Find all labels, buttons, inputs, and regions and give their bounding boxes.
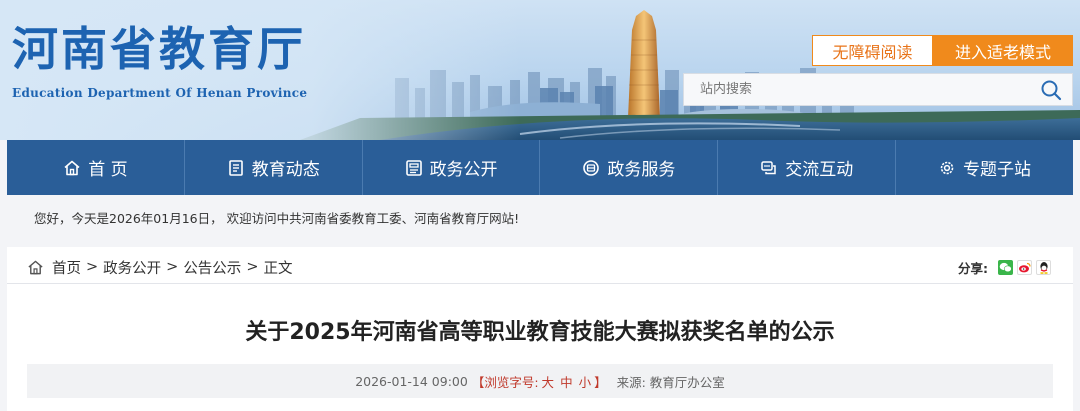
font-size-small-button[interactable]: 小 <box>579 372 592 391</box>
breadcrumb-separator: > <box>246 259 259 275</box>
article-panel: 首页 > 政务公开 > 公告公示 > 正文 分享: 关于2025年河南省高等职业… <box>7 247 1073 411</box>
article-source: 来源: 教育厅办公室 <box>616 374 725 390</box>
wechat-icon[interactable] <box>998 260 1013 275</box>
home-icon <box>64 160 80 175</box>
chat-icon <box>761 160 776 174</box>
nav-item-label: 首 页 <box>88 160 128 180</box>
nav-item-label: 政务公开 <box>429 160 498 180</box>
share-bar: 分享: <box>958 258 1051 277</box>
font-size-large-button[interactable]: 大 <box>542 372 555 391</box>
search-icon[interactable] <box>1040 79 1062 101</box>
nav-item-label: 交流互动 <box>785 160 854 180</box>
breadcrumb-divider <box>7 283 1073 284</box>
nav-item-government-services[interactable]: 政务服务 <box>540 140 719 195</box>
article-meta: 2026-01-14 09:00 【浏览字号: 大 中 小 】 来源: 教育厅办… <box>27 364 1053 398</box>
breadcrumb: 首页 > 政务公开 > 公告公示 > 正文 <box>27 257 292 277</box>
service-icon <box>583 159 600 176</box>
breadcrumb-separator: > <box>86 259 99 275</box>
nav-item-education-news[interactable]: 教育动态 <box>185 140 363 195</box>
nav-item-government-affairs[interactable]: 政务公开 <box>363 140 541 195</box>
breadcrumb-separator: > <box>166 259 179 275</box>
site-logo-subtitle: Education Department Of Henan Province <box>12 86 308 100</box>
nav-item-label: 专题子站 <box>963 160 1032 180</box>
elder-mode-button[interactable]: 进入适老模式 <box>933 35 1073 66</box>
main-navigation: 首 页 教育动态 政务公开 政务服务 交流互动 专题子站 <box>7 140 1073 195</box>
welcome-notice: 您好，今天是2026年01月16日， 欢迎访问中共河南省委教育工委、河南省教育厅… <box>7 195 1073 240</box>
qq-icon[interactable] <box>1036 260 1051 275</box>
nav-item-communication[interactable]: 交流互动 <box>718 140 897 195</box>
font-size-suffix: 】 <box>594 374 607 390</box>
font-size-prefix: 【浏览字号: <box>471 374 539 390</box>
site-search <box>683 73 1073 106</box>
weibo-icon[interactable] <box>1017 260 1032 275</box>
breadcrumb-announcements-link[interactable]: 公告公示 <box>183 257 241 278</box>
breadcrumb-home-link[interactable]: 首页 <box>52 257 81 278</box>
gear-icon <box>940 161 954 174</box>
nav-item-label: 政务服务 <box>607 160 676 180</box>
share-label: 分享: <box>958 261 988 276</box>
breadcrumb-current: 正文 <box>263 260 293 277</box>
nav-item-label: 教育动态 <box>251 160 320 180</box>
welcome-text: 您好，今天是2026年01月16日， 欢迎访问中共河南省委教育工委、河南省教育厅… <box>34 211 520 226</box>
publish-date: 2026-01-14 09:00 <box>355 373 468 389</box>
search-input[interactable] <box>684 74 1024 105</box>
breadcrumb-government-affairs-link[interactable]: 政务公开 <box>103 257 161 278</box>
site-logo-title[interactable]: 河南省教育厅 <box>12 26 306 72</box>
nav-item-special-topics[interactable]: 专题子站 <box>896 140 1073 195</box>
home-icon <box>28 260 43 274</box>
accessible-reading-button[interactable]: 无障碍阅读 <box>812 35 933 66</box>
nav-item-home[interactable]: 首 页 <box>7 140 185 195</box>
article-title: 关于2025年河南省高等职业教育技能大赛拟获奖名单的公示 <box>245 320 835 345</box>
font-size-medium-button[interactable]: 中 <box>560 372 573 391</box>
document-icon <box>405 159 422 176</box>
site-header: 河南省教育厅 Education Department Of Henan Pro… <box>0 0 1080 140</box>
news-icon <box>228 159 243 176</box>
